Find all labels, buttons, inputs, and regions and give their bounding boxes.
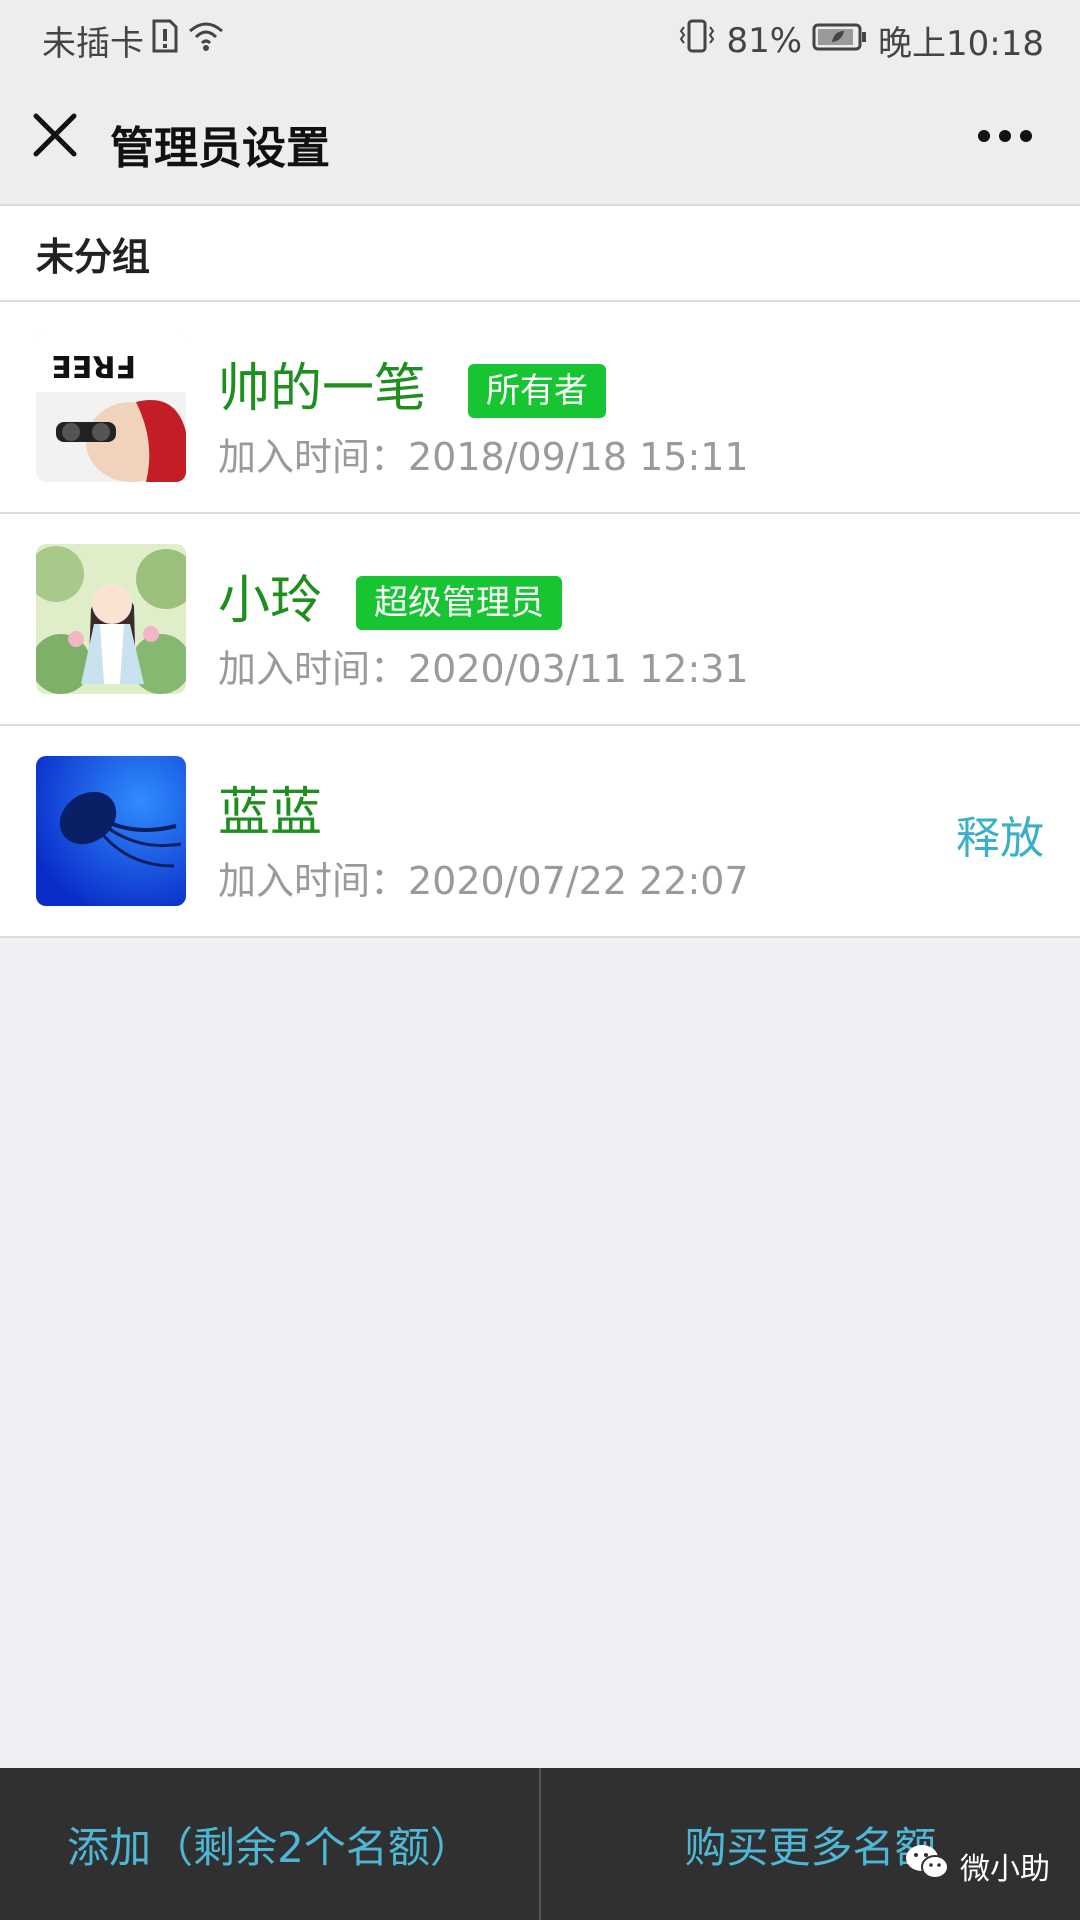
group-title: 未分组 [36,235,151,279]
group-header: 未分组 [0,206,1080,302]
release-button[interactable]: 释放 [956,802,1044,866]
status-right: 81% 晚上10:18 [678,16,1044,65]
avatar [36,544,186,694]
member-name: 蓝蓝 [218,783,323,843]
watermark-text: 微小助 [960,1852,1050,1887]
owner-badge: 所有者 [468,364,606,418]
member-name: 帅的一笔 [218,359,427,419]
join-time: 加入时间：2018/09/18 15:11 [218,435,749,479]
vibrate-icon [678,19,716,62]
super-admin-badge: 超级管理员 [356,576,562,630]
status-left: 未插卡 [42,16,226,65]
battery-icon [812,21,868,61]
join-time: 加入时间：2020/07/22 22:07 [218,859,749,903]
clock-time: 晚上10:18 [878,24,1044,64]
add-admin-button[interactable]: 添加（剩余2个名额） [0,1768,539,1920]
status-bar: 未插卡 81% 晚上10:18 [0,0,1080,74]
avatar: FREE [36,332,186,482]
more-options-button[interactable] [970,114,1040,158]
member-row[interactable]: FREE 帅的一笔 所有者 加入时间：2018/09/18 15:11 [0,302,1080,514]
avatar-text: FREE [51,348,136,383]
wechat-icon [904,1842,950,1890]
close-icon [33,113,77,157]
member-name: 小玲 [218,571,323,631]
carrier-text: 未插卡 [42,24,144,64]
close-button[interactable] [24,104,86,166]
wifi-icon [186,19,226,62]
nav-header: 管理员设置 [0,74,1080,206]
bottom-action-bar: 添加（剩余2个名额） 购买更多名额 微小助 [0,1768,1080,1920]
member-row[interactable]: 蓝蓝 加入时间：2020/07/22 22:07 释放 [0,726,1080,938]
avatar [36,756,186,906]
member-row[interactable]: 小玲 超级管理员 加入时间：2020/03/11 12:31 [0,514,1080,726]
more-dots-icon [978,130,1032,142]
watermark: 微小助 [904,1842,1050,1890]
page-title: 管理员设置 [110,123,330,174]
join-time: 加入时间：2020/03/11 12:31 [218,647,749,691]
sim-alert-icon [152,19,178,62]
battery-percent: 81% [726,20,803,61]
